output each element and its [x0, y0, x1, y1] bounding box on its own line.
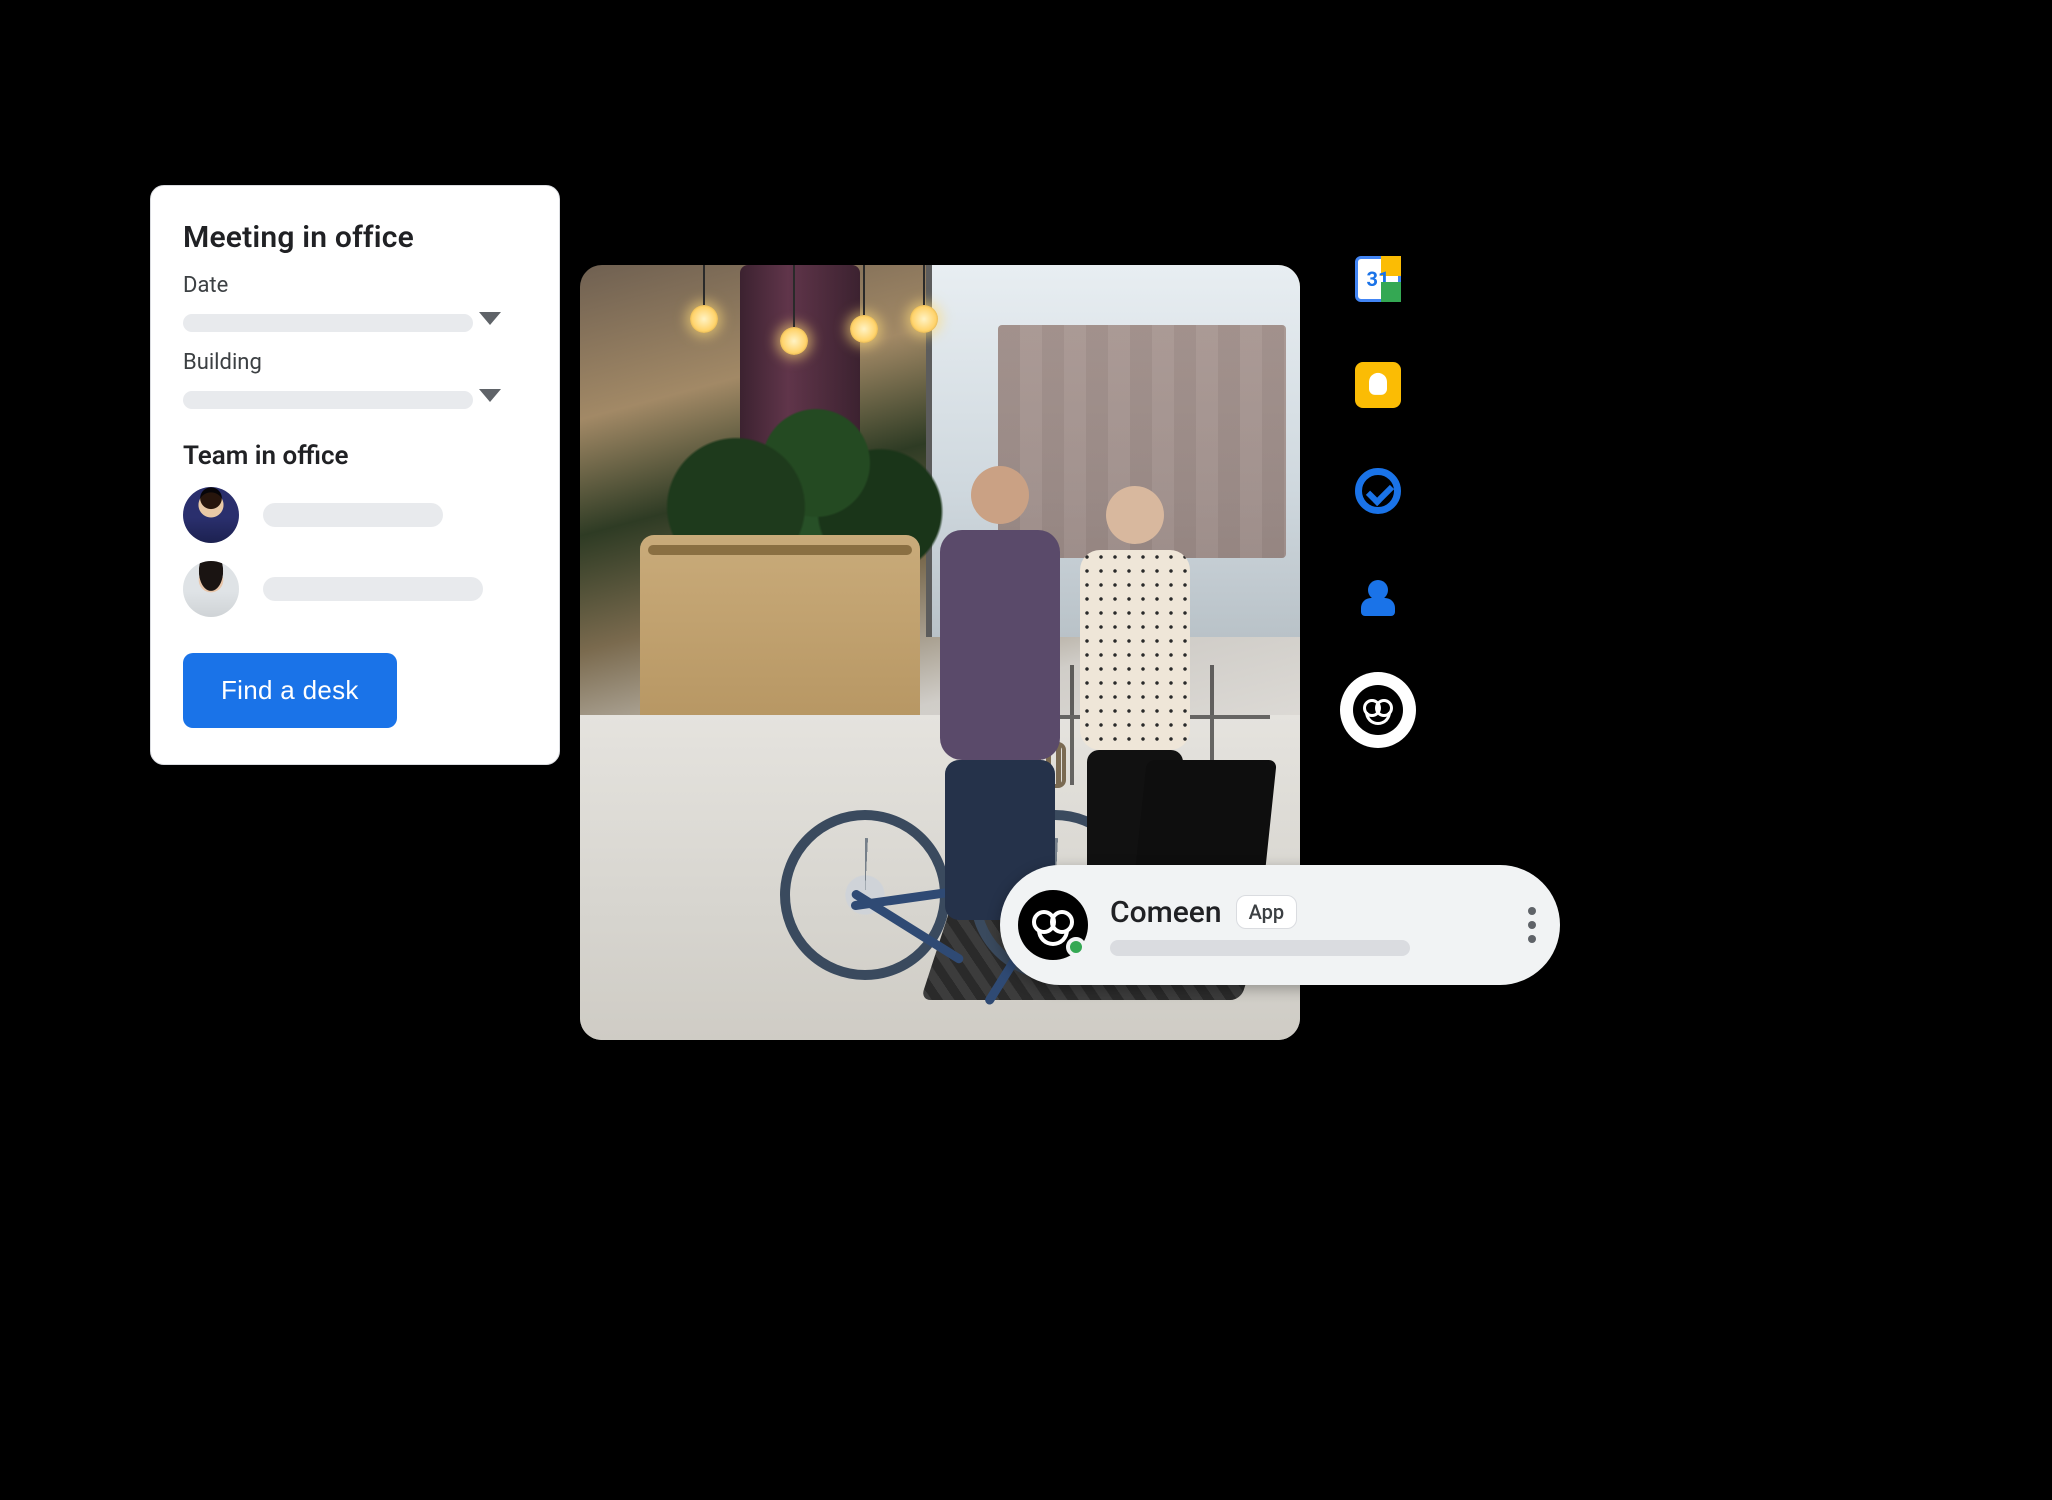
chat-message-placeholder — [1110, 940, 1410, 956]
google-calendar-icon[interactable]: 31 — [1355, 256, 1401, 302]
pendant-light-icon — [780, 327, 808, 355]
avatar — [183, 561, 239, 617]
more-options-icon[interactable] — [1528, 921, 1536, 929]
chevron-down-icon — [479, 312, 501, 325]
date-value-placeholder — [183, 314, 473, 332]
meeting-in-office-card: Meeting in office Date Building Team in … — [150, 185, 560, 765]
date-select[interactable] — [183, 310, 527, 336]
building-select[interactable] — [183, 387, 527, 413]
team-member-row — [183, 487, 527, 543]
card-title: Meeting in office — [183, 220, 527, 255]
team-section-title: Team in office — [183, 441, 527, 471]
team-member-name-placeholder — [263, 503, 443, 527]
side-panel: 31 — [1340, 256, 1416, 748]
google-keep-icon[interactable] — [1355, 362, 1401, 408]
photo-person — [940, 466, 1060, 920]
team-member-name-placeholder — [263, 577, 483, 601]
google-tasks-icon[interactable] — [1355, 468, 1401, 514]
calendar-day: 31 — [1358, 259, 1398, 299]
comeen-logo-icon — [1353, 685, 1403, 735]
pendant-light-icon — [850, 315, 878, 343]
find-a-desk-button[interactable]: Find a desk — [183, 653, 397, 728]
building-label: Building — [183, 350, 527, 375]
date-label: Date — [183, 273, 527, 298]
chevron-down-icon — [479, 389, 501, 402]
team-member-row — [183, 561, 527, 617]
pendant-light-icon — [690, 305, 718, 333]
chat-app-pill[interactable]: Comeen App — [1000, 865, 1560, 985]
avatar — [183, 487, 239, 543]
chat-app-name: Comeen — [1110, 895, 1222, 930]
app-badge: App — [1236, 895, 1298, 929]
comeen-addon-icon[interactable] — [1340, 672, 1416, 748]
google-contacts-icon[interactable] — [1355, 574, 1401, 620]
pendant-light-icon — [910, 305, 938, 333]
presence-online-icon — [1066, 937, 1086, 957]
building-value-placeholder — [183, 391, 473, 409]
chat-app-meta: Comeen App — [1110, 895, 1514, 956]
